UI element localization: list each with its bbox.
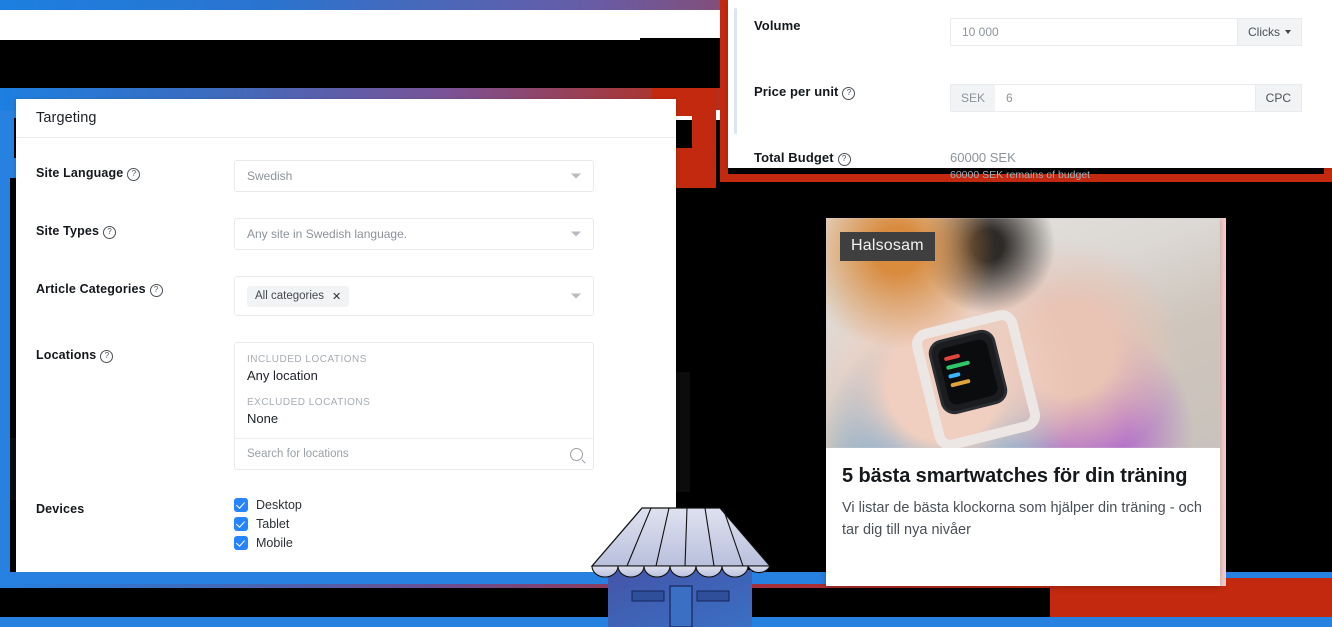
currency-prefix: SEK [950,84,996,112]
volume-label: Volume [754,18,801,33]
watch-bar-2 [945,360,971,371]
locations-box: INCLUDED LOCATIONS Any location EXCLUDED… [234,342,594,470]
help-icon[interactable]: ? [842,87,856,100]
ad-description: Vi listar de bästa klockorna som hjälper… [842,500,1203,538]
watch-bar-4 [950,378,971,388]
ad-body: 5 bästa smartwatches för din träning Vi … [826,448,1220,542]
price-per-unit-label: Price per unit? [754,84,950,100]
total-budget-value: 60000 SEK [950,150,1016,165]
article-categories-label-text: Article Categories [36,282,146,296]
locations-row: Locations? INCLUDED LOCATIONS Any locati… [36,342,656,470]
price-suffix-cpc: CPC [1254,84,1302,112]
included-locations-caption: INCLUDED LOCATIONS [247,354,367,365]
targeting-panel: Targeting Site Language? Swedish Site Ty… [16,99,676,583]
site-language-value: Swedish [247,169,293,183]
decor-black-block-mid-a [640,38,726,88]
chevron-down-icon [571,293,581,299]
volume-input-group[interactable]: 10 000 Clicks [950,18,1302,46]
chevron-down-icon [571,231,581,237]
volume-unit-label: Clicks [1248,25,1280,39]
site-language-row: Site Language? Swedish [36,160,656,192]
devices-checkbox-group: Desktop Tablet Mobile [234,496,594,550]
excluded-locations-value: None [247,411,279,426]
checkbox-checked-icon[interactable] [234,517,248,531]
storefront-illustration [590,507,772,627]
help-icon[interactable]: ? [837,153,851,166]
price-input[interactable]: 6 [995,84,1255,112]
locations-label-text: Locations [36,348,97,362]
help-icon[interactable]: ? [127,168,141,181]
article-categories-row: Article Categories? All categories ✕ [36,276,656,316]
article-categories-select[interactable]: All categories ✕ [234,276,594,316]
help-icon[interactable]: ? [100,350,114,363]
close-icon[interactable]: ✕ [332,290,341,303]
included-locations-value: Any location [247,368,318,383]
targeting-header: Targeting [16,99,676,138]
site-types-label: Site Types? [36,218,234,239]
device-checkbox-mobile[interactable]: Mobile [234,536,594,550]
watch-screen [936,337,1000,407]
help-icon[interactable]: ? [149,284,163,297]
price-per-unit-label-text: Price per unit [754,84,839,99]
ad-preview-card[interactable]: Halsosam 5 bästa smartwatches för din tr… [826,218,1220,586]
caret-down-icon [1285,30,1291,34]
excluded-locations-caption: EXCLUDED LOCATIONS [247,397,371,408]
help-icon[interactable]: ? [103,226,117,239]
page-title: Targeting [36,110,97,126]
devices-label: Devices [36,502,85,516]
checkbox-checked-icon[interactable] [234,536,248,550]
ad-image: Halsosam [826,218,1220,448]
site-types-label-text: Site Types [36,224,100,238]
site-language-select[interactable]: Swedish [234,160,594,192]
total-budget-label: Total Budget? [754,150,950,166]
decor-red-frame-left [720,0,728,182]
total-budget-note: 60000 SEK remains of budget [950,169,1091,181]
ad-title: 5 bästa smartwatches för din träning [842,465,1188,487]
locations-summary: INCLUDED LOCATIONS Any location EXCLUDED… [235,343,593,438]
price-input-group[interactable]: SEK 6 CPC [950,84,1302,112]
total-budget-row: Total Budget? 60000 SEK 60000 SEK remain… [728,112,1332,181]
device-checkbox-desktop[interactable]: Desktop [234,498,594,512]
budget-panel: Volume 10 000 Clicks Price per unit? SEK… [728,0,1332,181]
category-chip-label: All categories [255,290,325,302]
site-language-label-text: Site Language [36,166,124,180]
total-budget-label-text: Total Budget [754,150,834,165]
category-chip[interactable]: All categories ✕ [247,285,350,307]
site-types-select[interactable]: Any site in Swedish language. [234,218,594,250]
search-icon[interactable] [570,447,583,461]
publisher-badge: Halsosam [840,232,935,261]
chevron-down-icon [571,173,581,179]
site-types-row: Site Types? Any site in Swedish language… [36,218,656,250]
targeting-body: Site Language? Swedish Site Types? Any s… [16,138,676,550]
volume-row: Volume 10 000 Clicks [728,0,1332,46]
device-label-mobile: Mobile [256,536,293,550]
volume-unit-dropdown[interactable]: Clicks [1237,18,1302,46]
total-budget-values: 60000 SEK 60000 SEK remains of budget [950,150,1090,181]
volume-input[interactable]: 10 000 [950,18,1237,46]
article-categories-label: Article Categories? [36,276,234,297]
watch-bar-3 [948,371,961,379]
price-suffix-label: CPC [1265,91,1291,105]
site-language-label: Site Language? [36,160,234,181]
device-label-desktop: Desktop [256,498,302,512]
site-types-value: Any site in Swedish language. [247,227,408,241]
price-per-unit-row: Price per unit? SEK 6 CPC [728,46,1332,112]
device-label-tablet: Tablet [256,517,290,531]
screenshot-stage: Volume 10 000 Clicks Price per unit? SEK… [0,0,1332,627]
locations-search-input[interactable]: Search for locations [235,438,593,469]
panel-accent-rail [734,8,737,134]
watch-bar-1 [943,353,961,362]
locations-label: Locations? [36,342,234,363]
checkbox-checked-icon[interactable] [234,498,248,512]
device-checkbox-tablet[interactable]: Tablet [234,517,594,531]
devices-row: Devices Desktop Tablet Mobile [36,496,656,550]
locations-search-placeholder: Search for locations [247,448,349,460]
